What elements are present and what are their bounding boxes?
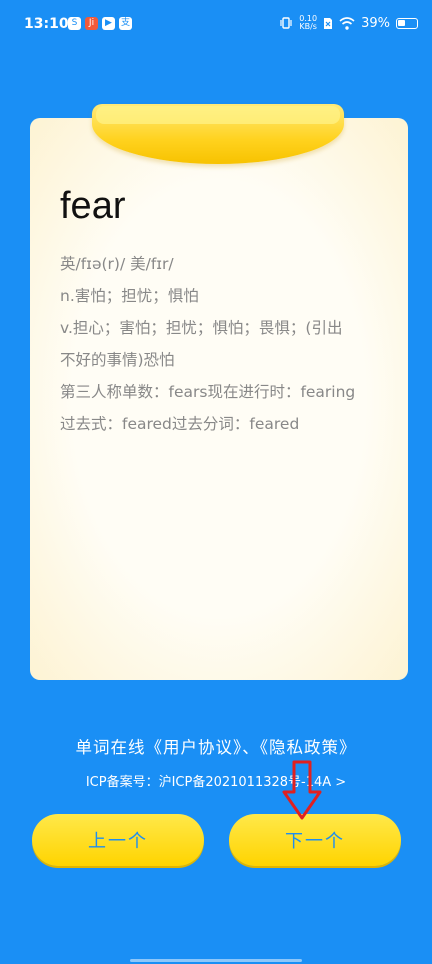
net-speed-unit: KB/s (299, 22, 317, 31)
sim-icon (324, 17, 333, 29)
icp-link[interactable]: ICP备案号：沪ICP备2021011328号-14A > (0, 771, 432, 790)
status-right: 0.10 KB/s 39% (279, 15, 418, 31)
network-speed: 0.10 KB/s (299, 15, 317, 31)
definition-noun: n.害怕；担忧；惧怕 (60, 287, 199, 305)
word-forms-line1: 第三人称单数：fears现在进行时：fearing (60, 383, 356, 401)
word-forms-line2: 过去式：feared过去分词：feared (60, 415, 300, 433)
alipay-icon: 支 (119, 17, 132, 30)
app-notification-icon: Ji (85, 17, 98, 30)
home-indicator[interactable] (130, 959, 302, 962)
app-notification-icon: S (68, 17, 81, 30)
definition-verb-line2: 不好的事情)恐怕 (60, 351, 175, 369)
status-bar: 13:10 S Ji ▶ 支 0.10 KB/s 39% (0, 0, 432, 50)
battery-icon (396, 17, 418, 29)
arrow-down-icon (282, 760, 322, 820)
wifi-icon (339, 16, 355, 30)
video-app-icon: ▶ (102, 17, 115, 30)
agreement-links[interactable]: 单词在线《用户协议》、《隐私政策》 (0, 734, 432, 758)
status-app-icons: S Ji ▶ 支 (68, 17, 132, 30)
phonetic: 英/fɪə(r)/ 美/fɪr/ (60, 255, 174, 273)
word-title: fear (60, 185, 126, 227)
battery-fill (398, 19, 405, 26)
status-time: 13:10 (24, 16, 69, 32)
definition-verb-line1: v.担心；害怕；担忧；惧怕；畏惧；(引出 (60, 319, 343, 337)
previous-button[interactable]: 上一个 (32, 814, 204, 866)
next-button[interactable]: 下一个 (229, 814, 401, 866)
battery-percentage: 39% (361, 15, 390, 31)
card-clip-highlight (96, 106, 340, 124)
vibrate-icon (280, 17, 292, 29)
